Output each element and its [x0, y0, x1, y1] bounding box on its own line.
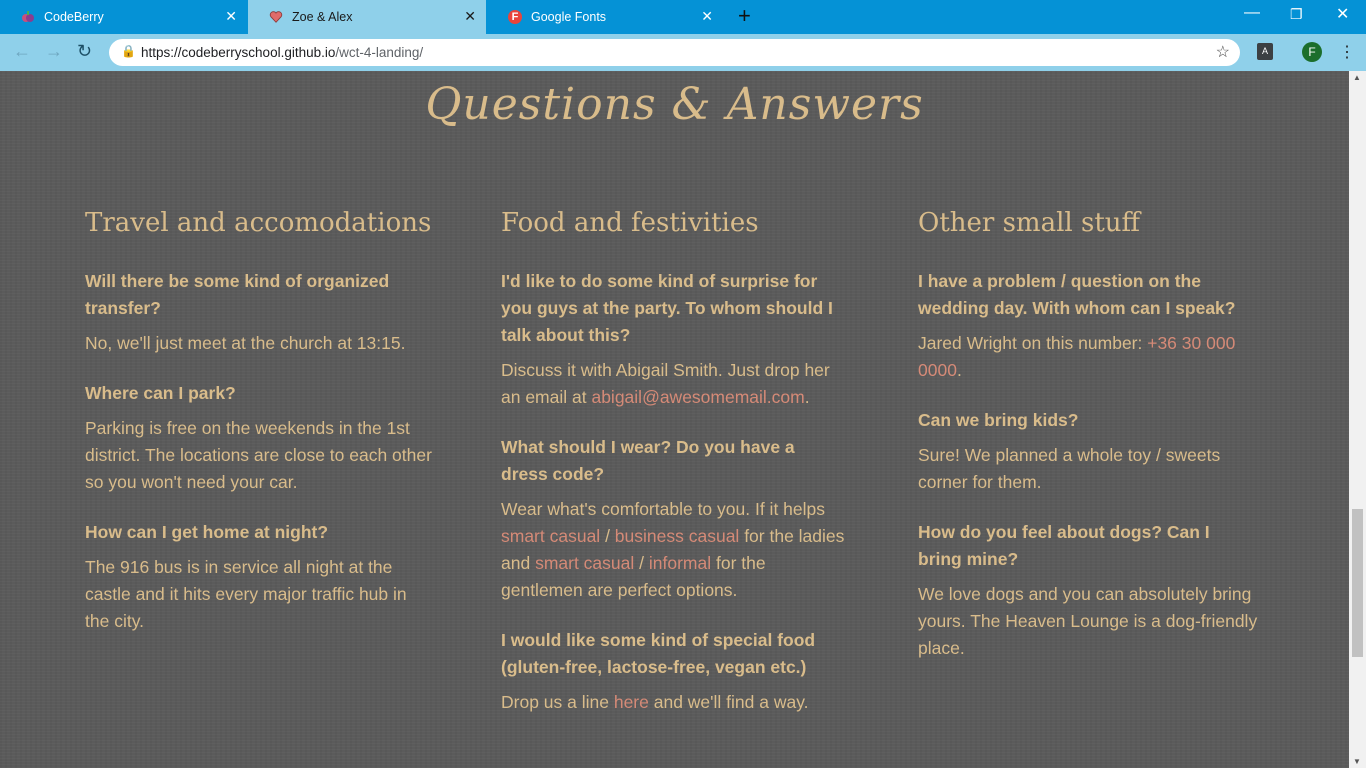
business-casual-link[interactable]: business casual: [615, 526, 740, 546]
new-tab-button[interactable]: +: [738, 5, 751, 27]
tab-title: Google Fonts: [531, 10, 607, 24]
smart-casual-link[interactable]: smart casual: [501, 526, 600, 546]
codeberry-favicon-icon: [21, 10, 35, 24]
qa-item: I would like some kind of special food (…: [501, 627, 851, 716]
question: How can I get home at night?: [85, 522, 329, 542]
question: I would like some kind of special food (…: [501, 630, 816, 677]
answer: Wear what's comfortable to you. If it he…: [501, 499, 845, 600]
tab-title: Zoe & Alex: [292, 10, 353, 24]
qa-item: I'd like to do some kind of surprise for…: [501, 268, 851, 411]
qa-item: Will there be some kind of organized tra…: [85, 268, 435, 357]
omnibox[interactable]: 🔒 https://codeberryschool.github.io/wct-…: [109, 39, 1240, 66]
tab-codeberry[interactable]: CodeBerry ✕: [0, 0, 247, 34]
answer: No, we'll just meet at the church at 13:…: [85, 333, 406, 353]
question: Will there be some kind of organized tra…: [85, 271, 390, 318]
forward-icon[interactable]: →: [45, 42, 63, 60]
close-window-icon[interactable]: ✕: [1336, 4, 1349, 24]
minimize-icon[interactable]: —: [1244, 4, 1260, 22]
bookmark-star-icon[interactable]: ☆: [1216, 42, 1230, 62]
address-bar-row: ← → ↻ 🔒 https://codeberryschool.github.i…: [0, 34, 1366, 71]
smart-casual-link[interactable]: smart casual: [535, 553, 634, 573]
question: What should I wear? Do you have a dress …: [501, 437, 795, 484]
close-tab-icon[interactable]: ✕: [464, 9, 476, 23]
page-content: Questions & Answers Travel and accomodat…: [0, 71, 1349, 768]
informal-link[interactable]: informal: [649, 553, 711, 573]
restore-icon[interactable]: ❐: [1290, 6, 1303, 23]
question: I'd like to do some kind of surprise for…: [501, 271, 833, 345]
answer: The 916 bus is in service all night at t…: [85, 557, 407, 631]
tab-title: CodeBerry: [44, 10, 104, 24]
answer: Drop us a line here and we'll find a way…: [501, 692, 809, 712]
qa-item: Where can I park? Parking is free on the…: [85, 380, 435, 496]
question: I have a problem / question on the weddi…: [918, 271, 1236, 318]
qa-item: How do you feel about dogs? Can I bring …: [918, 519, 1268, 662]
scroll-down-arrow-icon[interactable]: ▼: [1353, 757, 1361, 766]
column-other: Other small stuff I have a problem / que…: [918, 203, 1268, 685]
qa-item: What should I wear? Do you have a dress …: [501, 434, 851, 604]
menu-icon[interactable]: ⋮: [1339, 42, 1355, 62]
close-tab-icon[interactable]: ✕: [701, 9, 713, 23]
pdf-extension-icon[interactable]: A: [1257, 43, 1273, 60]
vertical-scrollbar[interactable]: ▲ ▼: [1349, 71, 1366, 768]
answer: Discuss it with Abigail Smith. Just drop…: [501, 360, 830, 407]
reload-icon[interactable]: ↻: [77, 42, 92, 60]
column-heading: Travel and accomodations: [85, 208, 432, 238]
tab-strip: CodeBerry ✕ Zoe & Alex ✕ F Google Fonts …: [0, 0, 1366, 34]
qa-item: I have a problem / question on the weddi…: [918, 268, 1268, 384]
tab-google-fonts[interactable]: F Google Fonts ✕: [487, 0, 723, 34]
question: How do you feel about dogs? Can I bring …: [918, 522, 1210, 569]
scroll-up-arrow-icon[interactable]: ▲: [1353, 73, 1361, 82]
close-tab-icon[interactable]: ✕: [225, 9, 237, 23]
answer: Jared Wright on this number: +36 30 000 …: [918, 333, 1236, 380]
avatar[interactable]: F: [1302, 42, 1322, 62]
lock-icon: 🔒: [121, 44, 136, 58]
question: Can we bring kids?: [918, 410, 1079, 430]
column-heading: Other small stuff: [918, 208, 1140, 238]
url-text[interactable]: https://codeberryschool.github.io/wct-4-…: [141, 45, 423, 60]
question: Where can I park?: [85, 383, 236, 403]
answer: We love dogs and you can absolutely brin…: [918, 584, 1258, 658]
qa-item: How can I get home at night? The 916 bus…: [85, 519, 435, 635]
column-travel: Travel and accomodations Will there be s…: [85, 203, 435, 658]
answer: Sure! We planned a whole toy / sweets co…: [918, 445, 1221, 492]
answer: Parking is free on the weekends in the 1…: [85, 418, 432, 492]
scrollbar-thumb[interactable]: [1352, 509, 1363, 657]
tab-zoe-alex[interactable]: Zoe & Alex ✕: [248, 0, 486, 34]
back-icon[interactable]: ←: [13, 42, 31, 60]
google-fonts-favicon-icon: F: [508, 10, 522, 24]
here-link[interactable]: here: [614, 692, 649, 712]
section-title: Questions & Answers: [425, 79, 924, 130]
heart-favicon-icon: [269, 10, 283, 24]
column-heading: Food and festivities: [501, 208, 759, 238]
column-food: Food and festivities I'd like to do some…: [501, 203, 851, 739]
qa-item: Can we bring kids? Sure! We planned a wh…: [918, 407, 1268, 496]
email-link[interactable]: abigail@awesomemail.com: [591, 387, 804, 407]
